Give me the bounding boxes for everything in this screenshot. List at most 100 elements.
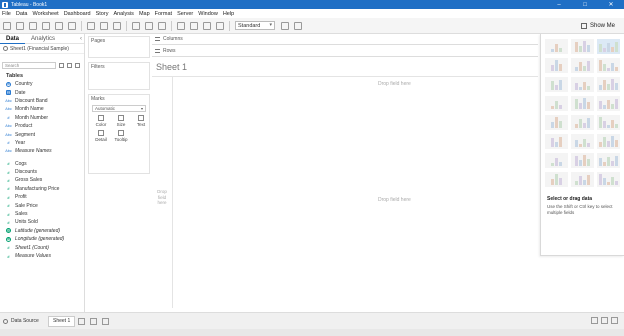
field-item[interactable]: # Sheet1 (Count) [0,243,84,251]
chart-type-thumbnail[interactable] [571,172,594,187]
chart-type-thumbnail[interactable] [545,153,568,168]
menu-file[interactable]: File [2,11,11,17]
sort-ascending-icon[interactable] [145,21,153,30]
presentation-mode-icon[interactable] [281,21,289,30]
chart-type-thumbnail[interactable] [571,96,594,111]
menu-data[interactable]: Data [16,11,28,17]
sheet-title[interactable]: Sheet 1 [156,62,187,72]
undo-icon[interactable] [16,21,24,30]
drop-zone-view[interactable]: Drop field here [378,197,411,203]
chart-type-thumbnail[interactable] [571,153,594,168]
duplicate-sheet-icon[interactable] [100,21,108,30]
field-item[interactable]: Abc Month Name [0,105,84,113]
close-icon[interactable]: ✕ [598,0,624,9]
collapse-pane-icon[interactable]: ‹ [80,36,82,42]
group-icon[interactable] [190,21,198,30]
rows-shelf[interactable]: Rows [152,45,538,57]
field-item[interactable]: # Measure Values [0,252,84,260]
tab-view-icon[interactable] [601,317,608,324]
chart-type-thumbnail[interactable] [571,39,594,54]
chart-type-thumbnail[interactable] [597,96,620,111]
new-story-icon[interactable] [102,317,110,325]
minimize-icon[interactable]: – [546,0,572,9]
sheet-sorter-icon[interactable] [591,317,598,324]
redo-icon[interactable] [29,21,37,30]
new-data-source-icon[interactable] [55,21,63,30]
chart-type-thumbnail[interactable] [597,172,620,187]
chart-type-thumbnail[interactable] [597,58,620,73]
chart-type-thumbnail[interactable] [597,134,620,149]
field-item[interactable]: # Sales [0,210,84,218]
pages-card[interactable]: Pages [88,36,150,58]
save-icon[interactable] [42,21,50,30]
swap-rows-columns-icon[interactable] [132,21,140,30]
search-icon[interactable] [59,62,64,68]
chart-type-thumbnail[interactable] [571,58,594,73]
clear-sheet-icon[interactable] [113,21,121,30]
field-item[interactable]: # Profit [0,193,84,201]
text-button[interactable]: Text [131,115,151,127]
view-options-icon[interactable] [75,62,80,68]
sheet-tab[interactable]: Sheet 1 [48,315,76,327]
menu-map[interactable]: Map [139,11,150,17]
chart-type-thumbnail[interactable] [571,77,594,92]
show-me-button[interactable]: Show Me [581,21,621,31]
field-item[interactable]: Abc Segment [0,130,84,138]
field-item[interactable]: # Sale Price [0,201,84,209]
menu-format[interactable]: Format [155,11,172,17]
fix-axes-icon[interactable] [216,21,224,30]
highlight-icon[interactable] [177,21,185,30]
size-button[interactable]: Size [111,115,131,127]
new-worksheet-icon[interactable] [78,317,86,325]
field-item[interactable]: Abc Discount Band [0,97,84,105]
menu-worksheet[interactable]: Worksheet [33,11,59,17]
chart-type-thumbnail[interactable] [571,134,594,149]
menu-window[interactable]: Window [198,11,218,17]
field-item[interactable]: # Discounts [0,168,84,176]
menu-dashboard[interactable]: Dashboard [64,11,91,17]
field-item[interactable]: # Month Number [0,114,84,122]
chart-type-thumbnail[interactable] [545,172,568,187]
fit-dropdown[interactable]: Standard [235,21,275,30]
filmstrip-icon[interactable] [611,317,618,324]
menu-help[interactable]: Help [223,11,234,17]
pause-updates-icon[interactable] [68,21,76,30]
share-icon[interactable] [294,21,302,30]
search-input[interactable]: Search [2,61,56,69]
field-item[interactable]: ⊕ Country [0,80,84,88]
detail-button[interactable]: Detail [91,130,111,142]
chart-type-thumbnail[interactable] [545,115,568,130]
menu-server[interactable]: Server [177,11,193,17]
tab-data[interactable]: Data [0,34,26,44]
data-source-item[interactable]: Sheet1 (Financial Sample) [0,44,84,54]
chart-type-thumbnail[interactable] [597,153,620,168]
columns-shelf[interactable]: Columns [152,34,538,45]
field-item[interactable]: # Year [0,139,84,147]
field-item[interactable]: ⊕ Latitude (generated) [0,227,84,235]
filter-icon[interactable] [67,62,72,68]
field-item[interactable]: ▦ Date [0,88,84,96]
show-labels-icon[interactable] [203,21,211,30]
field-item[interactable]: # Gross Sales [0,176,84,184]
tableau-logo-icon[interactable] [3,21,11,30]
field-item[interactable]: # Cogs [0,160,84,168]
drop-zone-columns[interactable]: Drop field here [378,81,411,87]
sort-descending-icon[interactable] [158,21,166,30]
chart-type-thumbnail[interactable] [545,96,568,111]
field-item[interactable]: # Units Sold [0,218,84,226]
filters-card[interactable]: Filters [88,62,150,90]
menu-analysis[interactable]: Analysis [113,11,133,17]
tooltip-button[interactable]: Tooltip [111,130,131,142]
drop-zone-rows[interactable]: Drop field here [155,189,169,206]
new-dashboard-icon[interactable] [90,317,98,325]
chart-type-thumbnail[interactable] [545,77,568,92]
field-item[interactable]: # Manufacturing Price [0,185,84,193]
new-worksheet-icon[interactable] [87,21,95,30]
chart-type-thumbnail[interactable] [545,39,568,54]
chart-type-thumbnail[interactable] [597,115,620,130]
chart-type-thumbnail[interactable] [597,77,620,92]
tab-analytics[interactable]: Analytics [25,34,61,44]
field-item[interactable]: ⊕ Longitude (generated) [0,235,84,243]
mark-type-dropdown[interactable]: Automatic [92,105,146,112]
chart-type-thumbnail[interactable] [571,115,594,130]
